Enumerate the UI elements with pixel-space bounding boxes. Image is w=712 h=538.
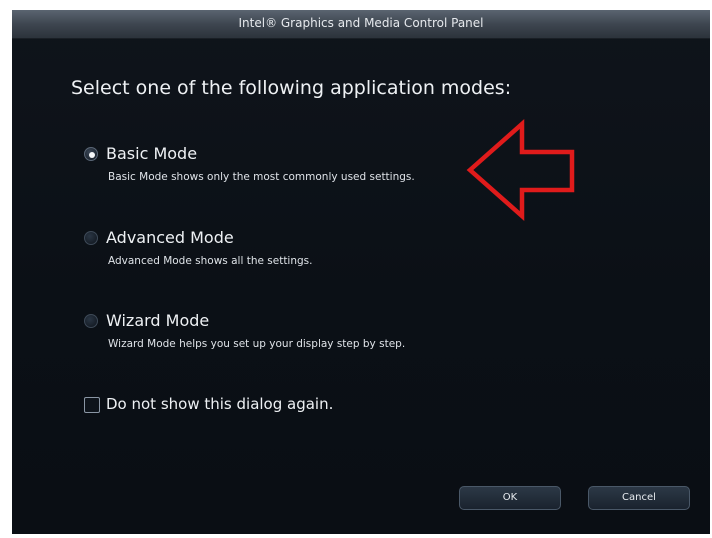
red-arrow-annotation-icon — [466, 119, 575, 221]
basic-mode-label[interactable]: Basic Mode — [106, 144, 197, 163]
wizard-mode-radio[interactable] — [84, 314, 98, 328]
ok-button[interactable]: OK — [459, 486, 561, 510]
dialog-heading: Select one of the following application … — [71, 77, 512, 99]
mode-selection-dialog: Intel® Graphics and Media Control Panel … — [12, 10, 710, 534]
advanced-mode-radio[interactable] — [84, 231, 98, 245]
advanced-mode-description: Advanced Mode shows all the settings. — [108, 255, 313, 267]
dont-show-again-checkbox[interactable] — [84, 397, 100, 413]
cropped-caption-strip — [0, 0, 712, 10]
advanced-mode-option[interactable]: Advanced Mode Advanced Mode shows all th… — [84, 228, 544, 278]
advanced-mode-label[interactable]: Advanced Mode — [106, 228, 234, 247]
wizard-mode-description: Wizard Mode helps you set up your displa… — [108, 338, 406, 350]
basic-mode-radio[interactable] — [84, 147, 98, 161]
wizard-mode-label[interactable]: Wizard Mode — [106, 311, 209, 330]
radio-selected-dot-icon — [89, 152, 95, 158]
cancel-button[interactable]: Cancel — [588, 486, 690, 510]
basic-mode-description: Basic Mode shows only the most commonly … — [108, 171, 415, 183]
dont-show-again-label[interactable]: Do not show this dialog again. — [106, 395, 333, 413]
title-bar: Intel® Graphics and Media Control Panel — [12, 10, 710, 39]
arrow-outline-icon — [466, 119, 575, 221]
wizard-mode-option[interactable]: Wizard Mode Wizard Mode helps you set up… — [84, 311, 544, 361]
window-title: Intel® Graphics and Media Control Panel — [238, 16, 484, 30]
